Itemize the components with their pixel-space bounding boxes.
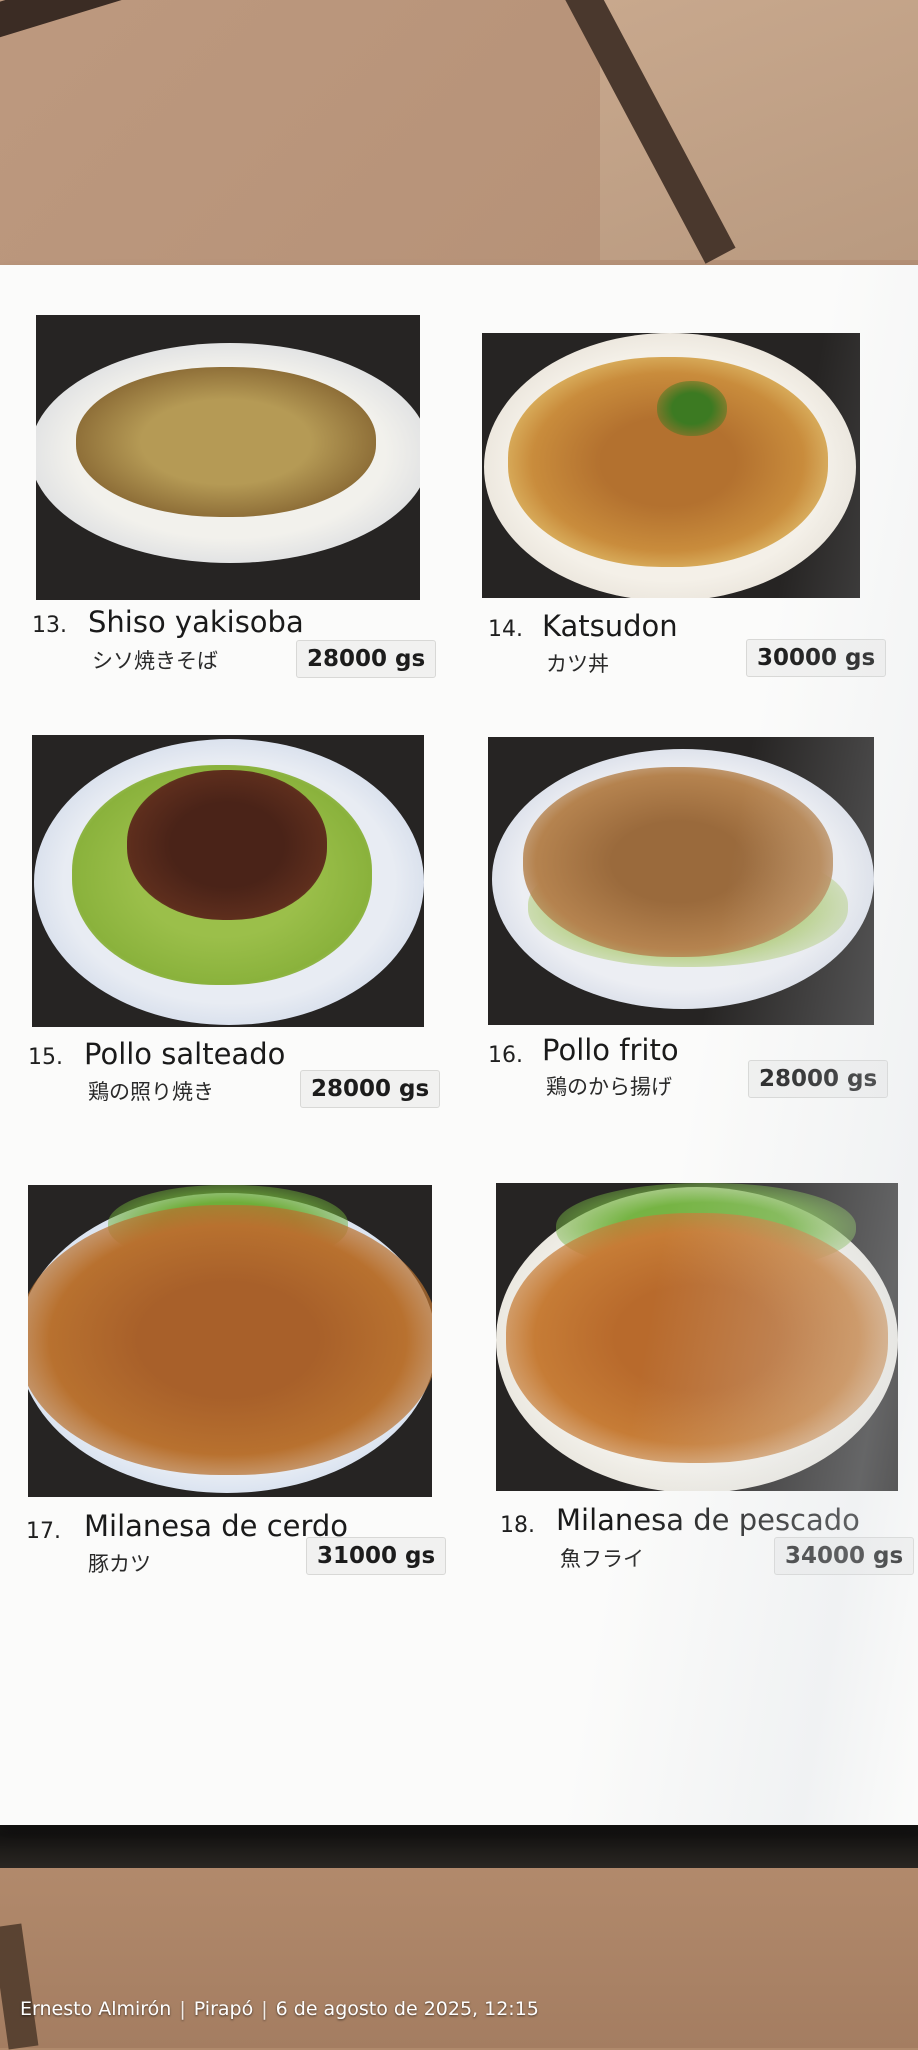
item-price: 28000 gs: [300, 1070, 441, 1108]
photo-watermark: Ernesto Almirón | Pirapó | 6 de agosto de 20…: [20, 1998, 539, 2020]
item-price: 28000 gs: [748, 1060, 889, 1098]
noodles: [76, 367, 376, 517]
dish-photo-shiso-yakisoba: [36, 315, 420, 600]
dish-photo-katsudon: [482, 333, 860, 598]
item-name-japanese: シソ焼きそば: [92, 649, 218, 673]
fish-fillets: [506, 1213, 888, 1463]
watermark-separator: |: [261, 1998, 268, 2020]
item-number: 16.: [488, 1043, 523, 1068]
watermark-place: Pirapó: [193, 1998, 254, 2020]
dish-photo-milanesa-de-cerdo: [28, 1185, 432, 1497]
dish-photo-pollo-frito: [488, 737, 874, 1025]
item-name-japanese: 魚フライ: [560, 1547, 644, 1571]
item-number: 14.: [488, 617, 523, 642]
item-number: 17.: [26, 1519, 61, 1544]
item-number: 15.: [28, 1045, 63, 1070]
menu-page: 13. Shiso yakisoba シソ焼きそば 28000 gs 14. K…: [0, 265, 918, 1825]
green-onion-garnish: [657, 381, 727, 436]
item-name-japanese: 豚カツ: [88, 1552, 151, 1576]
watermark-author: Ernesto Almirón: [20, 1998, 172, 2020]
pork-cutlets: [28, 1205, 432, 1475]
item-name-japanese: 鶏の照り焼き: [88, 1080, 214, 1104]
dish-photo-pollo-salteado: [32, 735, 424, 1027]
item-name: Shiso yakisoba: [88, 605, 304, 639]
dish-photo-milanesa-de-pescado: [496, 1183, 898, 1491]
item-name: Milanesa de pescado: [556, 1503, 860, 1537]
item-name: Katsudon: [542, 609, 678, 643]
item-name-japanese: カツ丼: [546, 652, 609, 676]
item-number: 13.: [32, 613, 67, 638]
item-name: Pollo frito: [542, 1033, 679, 1067]
item-price: 30000 gs: [746, 639, 887, 677]
item-price: 28000 gs: [296, 640, 437, 678]
item-name: Pollo salteado: [84, 1037, 286, 1071]
watermark-separator: |: [179, 1998, 186, 2020]
item-price: 31000 gs: [306, 1537, 447, 1575]
watermark-datetime: 6 de agosto de 2025, 12:15: [275, 1998, 539, 2020]
item-price: 34000 gs: [774, 1537, 915, 1575]
item-name-japanese: 鶏のから揚げ: [546, 1075, 672, 1099]
item-number: 18.: [500, 1513, 535, 1538]
teriyaki-chicken: [127, 770, 327, 920]
fried-chicken: [523, 767, 833, 957]
